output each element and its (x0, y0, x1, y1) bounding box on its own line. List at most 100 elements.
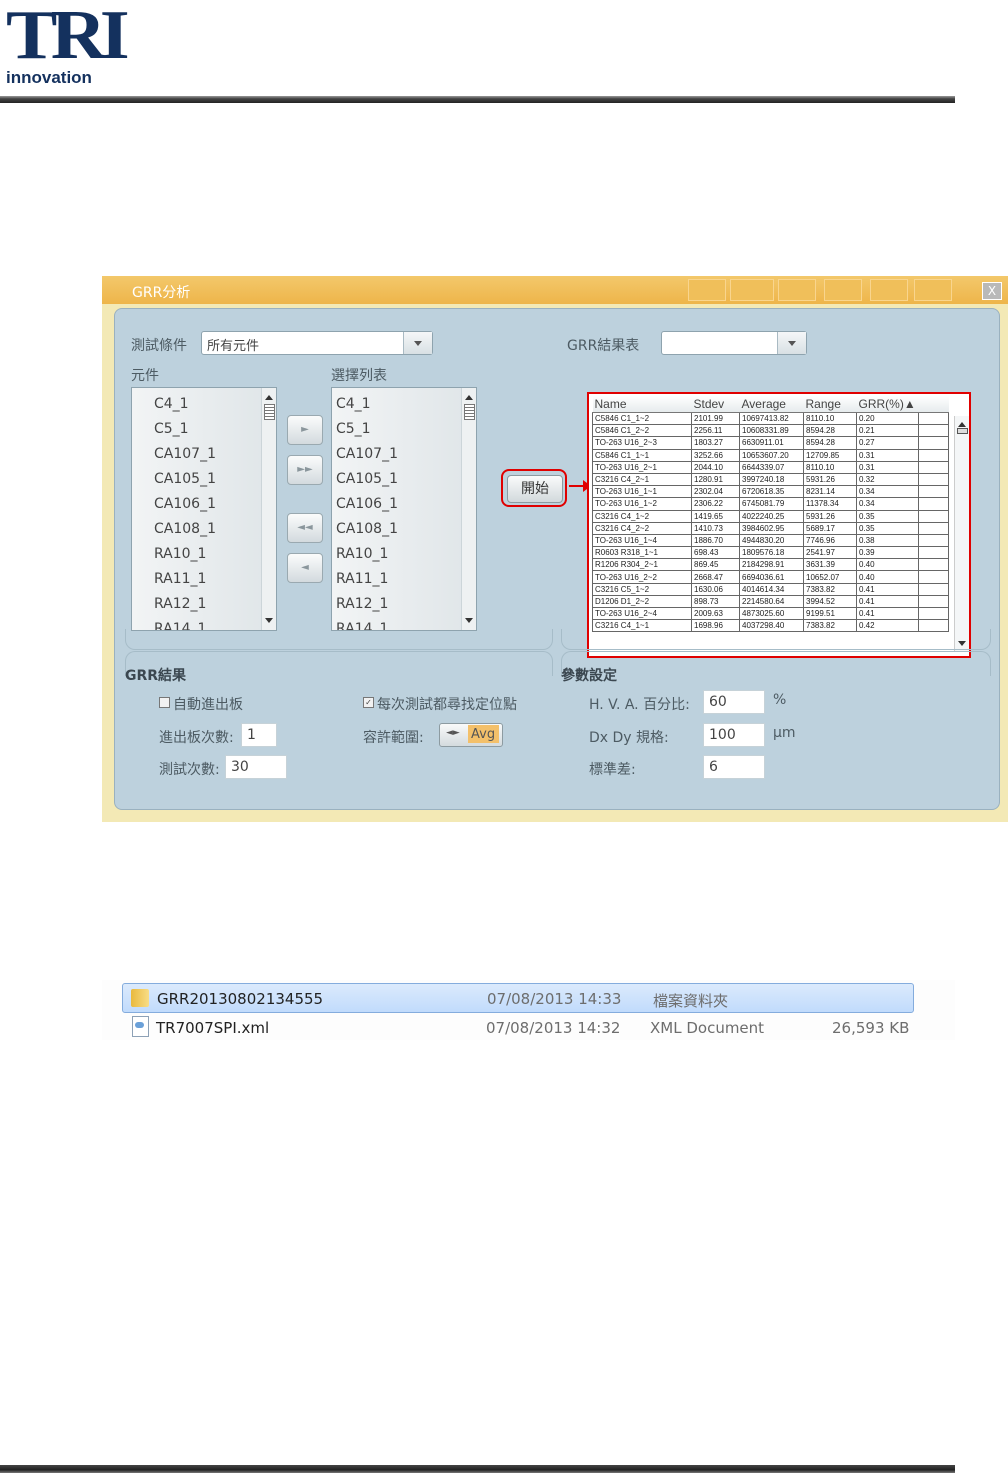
table-cell: 5931.26 (803, 509, 857, 523)
grid-scrollbar[interactable] (954, 416, 969, 652)
list-item[interactable]: CA108_1 (336, 521, 398, 537)
auto-board-checkbox[interactable] (159, 697, 170, 708)
chevron-down-icon[interactable] (777, 332, 806, 354)
table-cell: R0603 R318_1~1 (592, 546, 692, 560)
column-header-stdev[interactable]: Stdev (691, 396, 740, 413)
table-cell: 3631.39 (803, 558, 857, 572)
list-item[interactable]: C5_1 (154, 421, 189, 437)
column-header-name[interactable]: Name (592, 396, 692, 413)
components-listbox[interactable]: C4_1 C5_1 CA107_1 CA105_1 CA106_1 CA108_… (131, 387, 277, 631)
column-header-average[interactable]: Average (739, 396, 804, 413)
table-row[interactable]: R0603 R318_1~1 698.43 1809576.18 2541.97 0.3… (592, 546, 949, 560)
table-row[interactable]: TO-263 U16_1~2 2306.22 6745081.79 11378.34 0… (592, 497, 949, 511)
move-right-button[interactable]: ► (287, 415, 323, 445)
each-test-checkbox[interactable]: ✓ (363, 697, 374, 708)
table-cell: 7383.82 (803, 582, 857, 596)
hva-input[interactable]: 60 (703, 690, 765, 714)
list-item[interactable]: RA12_1 (336, 596, 388, 612)
table-row[interactable]: R1206 R304_2~1 869.45 2184298.91 3631.39 0.4… (592, 558, 949, 572)
list-item[interactable]: C5_1 (336, 421, 371, 437)
table-cell: 11378.34 (803, 497, 857, 511)
dxdy-input[interactable]: 100 (703, 723, 765, 747)
selected-listbox[interactable]: C4_1 C5_1 CA107_1 CA105_1 CA106_1 CA108_… (331, 387, 477, 631)
list-item[interactable]: RA11_1 (336, 571, 388, 587)
table-row[interactable]: TO-263 U16_1~4 1886.70 4944830.20 7746.96 0.… (592, 533, 949, 548)
logo-brand: TRI (6, 0, 130, 74)
footer-rule (0, 1465, 955, 1473)
table-row[interactable]: C3216 C4_2~1 1280.91 3997240.18 5931.26 0.32 (592, 472, 949, 487)
selected-scrollbar[interactable] (461, 388, 476, 630)
table-cell: 6720618.35 (739, 485, 804, 499)
move-left-button[interactable]: ◄ (287, 553, 323, 583)
test-condition-select[interactable]: 所有元件 (201, 331, 433, 355)
list-item[interactable]: CA108_1 (154, 521, 216, 537)
file-row-xml[interactable]: TR7007SPI.xml 07/08/2013 14:32 XML Docum… (122, 1013, 912, 1041)
table-row[interactable]: C5846 C1_2~2 2256.11 10608331.89 8594.28 0.2… (592, 424, 949, 438)
list-item[interactable]: RA10_1 (336, 546, 388, 562)
table-cell: 1280.91 (691, 472, 740, 487)
table-row[interactable]: TO-263 U16_1~1 2302.04 6720618.35 8231.14 0.… (592, 485, 949, 499)
components-scrollbar[interactable] (261, 388, 276, 630)
folder-icon (131, 989, 149, 1007)
table-row[interactable]: C5846 C1_1~2 2101.99 10697413.82 8110.10 0.2… (592, 411, 949, 426)
move-all-left-button[interactable]: ◄◄ (287, 513, 323, 543)
list-item[interactable]: CA106_1 (336, 496, 398, 512)
table-cell: 1809576.18 (739, 546, 804, 560)
test-count-input[interactable]: 30 (225, 755, 287, 779)
table-cell-empty (918, 558, 949, 572)
table-row[interactable]: C5846 C1_1~1 3252.66 10653607.20 12709.85 0.… (592, 448, 949, 462)
list-item[interactable]: CA107_1 (154, 446, 216, 462)
table-cell: 6630911.01 (739, 436, 804, 450)
tolerance-toggle[interactable]: ◄► Avg (439, 723, 503, 747)
window-title: GRR分析 (132, 285, 191, 301)
file-row-folder[interactable]: GRR20130802134555 07/08/2013 14:33 檔案資料夾 (122, 983, 914, 1013)
grr-table-select[interactable] (661, 331, 807, 355)
table-cell: C5846 C1_2~2 (592, 424, 692, 438)
table-row[interactable]: TO-263 U16_2~2 2668.47 6694036.61 10652.07 0… (592, 570, 949, 584)
hva-label: H. V. A. 百分比: (589, 697, 690, 713)
table-cell-empty (918, 582, 949, 596)
table-row[interactable]: TO-263 U16_2~4 2009.63 4873025.60 9199.51 0.… (592, 606, 949, 621)
table-row[interactable]: C3216 C4_2~2 1410.73 3984602.95 5689.17 0.35 (592, 521, 949, 535)
list-item[interactable]: CA105_1 (336, 471, 398, 487)
list-item[interactable]: CA107_1 (336, 446, 398, 462)
start-button[interactable]: 開始 (507, 475, 563, 503)
std-input[interactable]: 6 (703, 755, 765, 779)
table-cell: 6644339.07 (739, 460, 804, 474)
table-row[interactable]: D1206 D1_2~2 898.73 2214580.64 3994.52 0.41 (592, 594, 949, 609)
table-cell: TO-263 U16_2~3 (592, 436, 692, 450)
column-header-grr[interactable]: GRR(%)▲ (856, 396, 919, 413)
table-cell: 2306.22 (691, 497, 740, 511)
table-cell: 2184298.91 (739, 558, 804, 572)
close-button[interactable]: X (982, 282, 1002, 300)
table-cell: 2302.04 (691, 485, 740, 499)
table-cell: 10608331.89 (739, 424, 804, 438)
table-cell-empty (918, 485, 949, 499)
board-count-input[interactable]: 1 (241, 723, 277, 747)
list-item[interactable]: RA10_1 (154, 546, 206, 562)
list-item[interactable]: C4_1 (154, 396, 189, 412)
table-cell: 0.34 (856, 485, 919, 499)
list-item[interactable]: RA11_1 (154, 571, 206, 587)
table-row[interactable]: C3216 C4_1~2 1419.65 4022240.25 5931.26 0.35 (592, 509, 949, 523)
table-cell: 0.31 (856, 448, 919, 462)
each-test-label: 每次測試都尋找定位點 (377, 697, 517, 713)
grr-analysis-window: GRR分析 X 測試條件 所有元件 GRR結果表 元件 選擇列表 C4_1 C5… (102, 276, 1008, 822)
file-date: 07/08/2013 14:32 (486, 1019, 621, 1037)
grr-result-grid[interactable]: Name Stdev Average Range GRR(%)▲ C5846 C… (587, 392, 971, 658)
list-item[interactable]: CA106_1 (154, 496, 216, 512)
list-item[interactable]: C4_1 (336, 396, 371, 412)
column-header-range[interactable]: Range (803, 396, 857, 413)
list-item[interactable]: RA12_1 (154, 596, 206, 612)
table-cell: 8110.10 (803, 460, 857, 474)
table-row[interactable]: TO-263 U16_2~1 2044.10 6644339.07 8110.10 0.… (592, 460, 949, 474)
table-cell: D1206 D1_2~2 (592, 594, 692, 609)
table-cell-empty (918, 509, 949, 523)
move-all-right-button[interactable]: ►► (287, 455, 323, 485)
table-row[interactable]: C3216 C5_1~2 1630.06 4014614.34 7383.82 0.41 (592, 582, 949, 596)
chevron-down-icon[interactable] (403, 332, 432, 354)
hva-value: 60 (709, 694, 727, 710)
list-item[interactable]: CA105_1 (154, 471, 216, 487)
table-row[interactable]: TO-263 U16_2~3 1803.27 6630911.01 8594.28 0.… (592, 436, 949, 450)
table-cell: 2101.99 (691, 411, 740, 426)
